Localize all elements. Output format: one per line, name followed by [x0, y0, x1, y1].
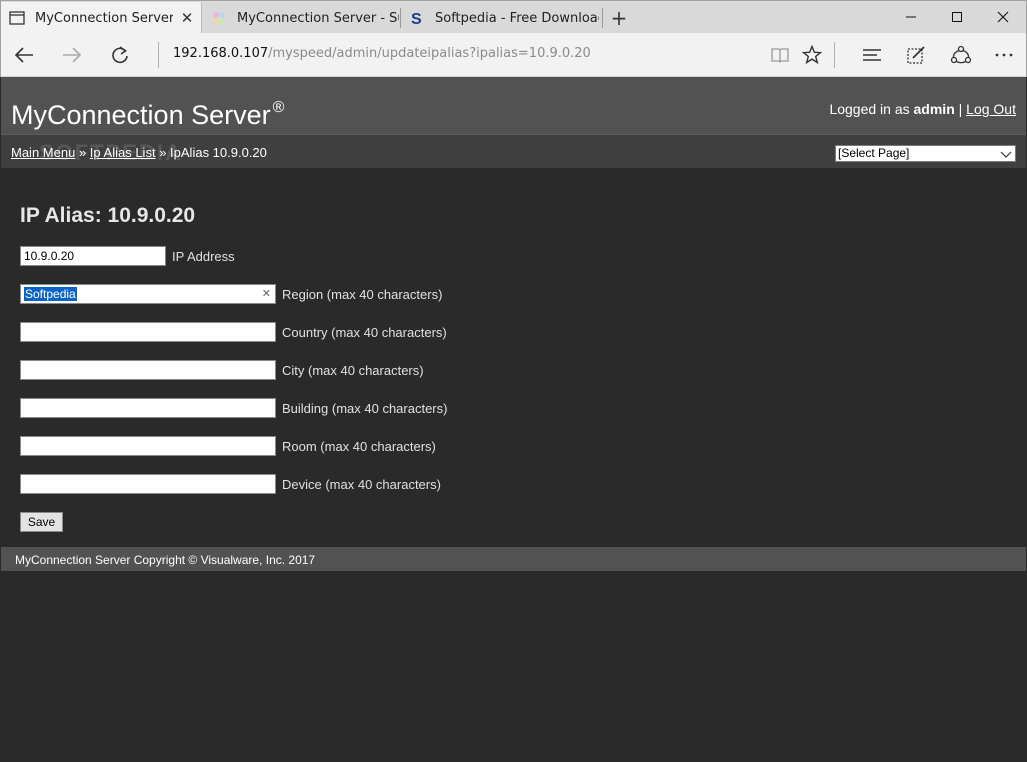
address-divider	[158, 42, 159, 68]
tab-title: MyConnection Server Ip	[35, 10, 173, 26]
browser-nav-bar: 192.168.0.107/myspeed/admin/updateipalia…	[0, 33, 1027, 77]
app-title-text: MyConnection Server	[11, 100, 271, 130]
logged-in-label: Logged in as	[829, 101, 910, 117]
ip-address-value: 10.9.0.20	[24, 249, 75, 263]
app-title: MyConnection Server ®	[11, 99, 284, 131]
breadcrumb-current: IpAlias 10.9.0.20	[170, 145, 267, 160]
tab-myconnection-ipalias[interactable]: MyConnection Server Ip ✕	[1, 2, 202, 34]
close-window-icon[interactable]	[980, 2, 1026, 32]
device-input[interactable]	[20, 474, 276, 494]
save-button[interactable]: Save	[20, 512, 63, 532]
hub-icon[interactable]	[855, 39, 889, 71]
clear-input-icon[interactable]: ✕	[262, 285, 271, 303]
tab-divider	[602, 8, 603, 28]
breadcrumb-main-menu[interactable]: Main Menu	[11, 145, 75, 160]
tab-myconnection-support[interactable]: MyConnection Server - Sup	[203, 2, 399, 34]
back-arrow-icon[interactable]	[7, 39, 41, 71]
close-tab-icon[interactable]: ✕	[173, 9, 201, 27]
form-row-city: City (max 40 characters)	[20, 360, 424, 380]
breadcrumb-ip-alias-list[interactable]: Ip Alias List	[90, 145, 156, 160]
minimize-icon[interactable]	[888, 2, 934, 32]
form-row-device: Device (max 40 characters)	[20, 474, 441, 494]
page-icon	[9, 10, 25, 26]
login-separator: |	[958, 101, 963, 117]
form-row-ip-address: 10.9.0.20 IP Address	[20, 246, 235, 266]
new-tab-button[interactable]: +	[605, 2, 633, 34]
room-input[interactable]	[20, 436, 276, 456]
login-status: Logged in as admin | Log Out	[829, 101, 1016, 117]
web-page: MyConnection Server ® Logged in as admin …	[1, 77, 1026, 761]
city-label: City (max 40 characters)	[282, 362, 424, 378]
building-input[interactable]	[20, 398, 276, 418]
reading-view-icon[interactable]	[763, 39, 797, 71]
site-header: MyConnection Server ® Logged in as admin …	[1, 77, 1026, 134]
tab-softpedia[interactable]: S Softpedia - Free Downloads	[401, 2, 599, 34]
room-label: Room (max 40 characters)	[282, 438, 436, 454]
more-options-icon[interactable]	[987, 39, 1021, 71]
chevron-down-icon	[1000, 148, 1012, 163]
browser-tab-bar: MyConnection Server Ip ✕ MyConnection Se…	[0, 0, 1027, 34]
toolbar-divider	[834, 42, 835, 68]
form-row-region: Softpedia ✕ Region (max 40 characters)	[20, 284, 442, 304]
breadcrumb: Main Menu » Ip Alias List » IpAlias 10.9…	[11, 145, 267, 160]
svg-text:S: S	[411, 11, 422, 26]
refresh-icon[interactable]	[103, 39, 137, 71]
web-note-icon[interactable]	[899, 39, 933, 71]
pinwheel-icon	[211, 10, 227, 26]
share-icon[interactable]	[944, 39, 978, 71]
page-select-dropdown[interactable]: [Select Page]	[835, 145, 1016, 162]
city-input[interactable]	[20, 360, 276, 380]
form-row-country: Country (max 40 characters)	[20, 322, 447, 342]
country-label: Country (max 40 characters)	[282, 324, 447, 340]
navigation-bar: SOFTPEDIA Main Menu » Ip Alias List » Ip…	[1, 134, 1026, 168]
registered-mark: ®	[272, 99, 285, 116]
maximize-icon[interactable]	[934, 2, 980, 32]
site-footer: MyConnection Server Copyright © Visualwa…	[1, 547, 1026, 571]
breadcrumb-separator: »	[78, 145, 87, 160]
forward-arrow-icon[interactable]	[55, 39, 89, 71]
form-row-building: Building (max 40 characters)	[20, 398, 447, 418]
address-path: /myspeed/admin/updateipalias?ipalias=10.…	[268, 46, 591, 61]
address-host: 192.168.0.107	[173, 46, 269, 61]
softpedia-s-icon: S	[409, 10, 425, 26]
tab-title: Softpedia - Free Downloads	[435, 10, 599, 26]
region-input[interactable]: Softpedia ✕	[20, 284, 276, 304]
breadcrumb-separator: »	[159, 145, 167, 160]
country-input[interactable]	[20, 322, 276, 342]
tab-title: MyConnection Server - Sup	[237, 10, 399, 26]
logout-link[interactable]: Log Out	[966, 101, 1016, 117]
region-value: Softpedia	[24, 287, 77, 301]
address-bar[interactable]: 192.168.0.107/myspeed/admin/updateipalia…	[173, 46, 591, 61]
favorite-star-icon[interactable]	[795, 39, 829, 71]
device-label: Device (max 40 characters)	[282, 476, 441, 492]
form-row-room: Room (max 40 characters)	[20, 436, 436, 456]
region-label: Region (max 40 characters)	[282, 286, 443, 302]
copyright-text: MyConnection Server Copyright © Visualwa…	[15, 553, 316, 567]
building-label: Building (max 40 characters)	[282, 400, 448, 416]
username: admin	[913, 101, 955, 117]
ip-address-input[interactable]: 10.9.0.20	[20, 246, 166, 266]
ip-address-label: IP Address	[172, 248, 235, 264]
page-select-value: [Select Page]	[838, 146, 910, 160]
page-title: IP Alias: 10.9.0.20	[20, 204, 196, 227]
